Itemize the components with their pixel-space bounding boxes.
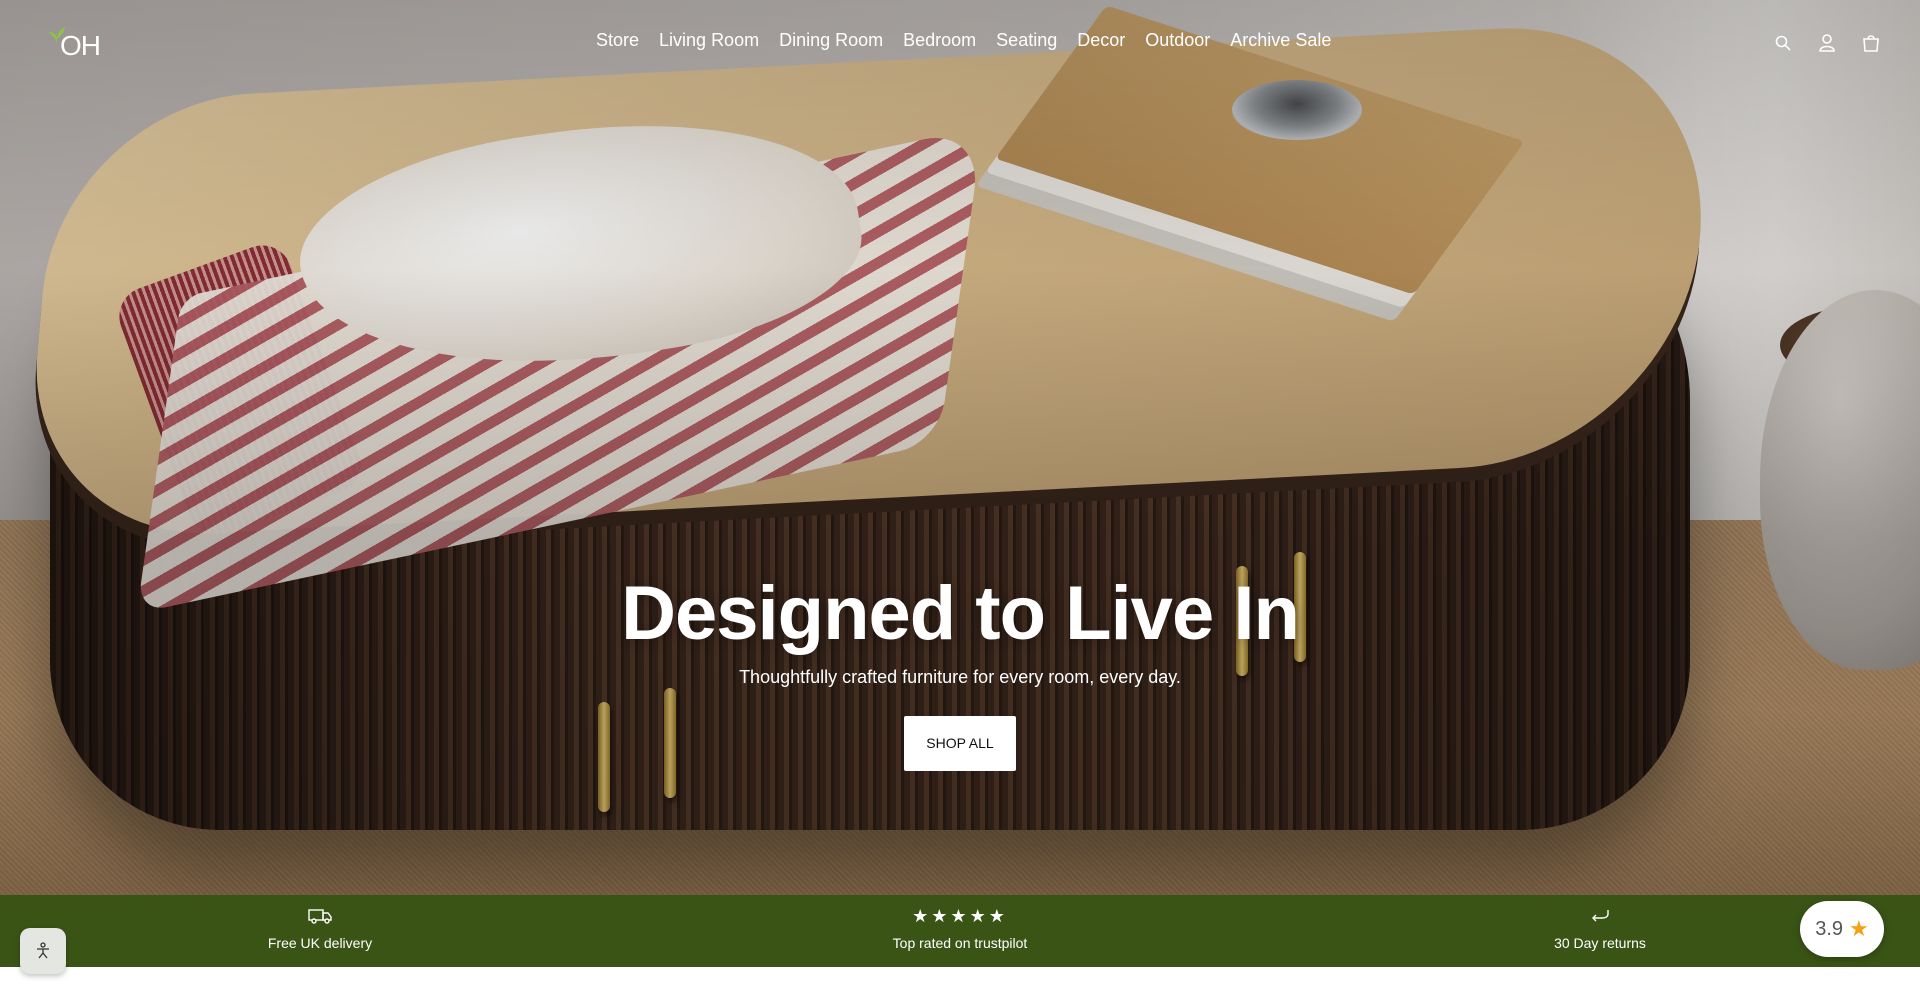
feature-trustpilot: ★★★★★ Top rated on trustpilot: [810, 895, 1110, 967]
nav-item-dining-room[interactable]: Dining Room: [769, 30, 893, 51]
nav-item-bedroom[interactable]: Bedroom: [893, 30, 986, 51]
shop-all-button[interactable]: SHOP ALL: [904, 716, 1016, 771]
rating-widget[interactable]: 3.9 ★: [1800, 901, 1884, 957]
accessibility-widget[interactable]: [20, 928, 66, 974]
site-header: OH Store Living Room Dining Room Bedroom…: [0, 0, 1920, 90]
nav-item-store[interactable]: Store: [586, 30, 649, 51]
feature-returns-label: 30 Day returns: [1554, 935, 1646, 951]
site-logo[interactable]: OH: [48, 26, 101, 62]
hero-content: Designed to Live In Thoughtfully crafted…: [0, 570, 1920, 771]
five-stars-icon: ★★★★★: [912, 905, 1008, 926]
logo-text: OH: [60, 30, 101, 61]
main-nav: Store Living Room Dining Room Bedroom Se…: [586, 30, 1341, 51]
feature-bar: Free UK delivery ★★★★★ Top rated on trus…: [0, 895, 1920, 967]
feature-delivery-label: Free UK delivery: [267, 935, 373, 951]
feature-delivery: Free UK delivery: [170, 895, 470, 967]
feature-returns: 30 Day returns: [1450, 895, 1750, 967]
leaf-icon: [49, 27, 65, 46]
hero-subtitle: Thoughtfully crafted furniture for every…: [739, 667, 1181, 687]
header-actions: [1772, 32, 1882, 54]
hero-title: Designed to Live In: [621, 571, 1300, 656]
nav-item-outdoor[interactable]: Outdoor: [1135, 30, 1220, 51]
nav-item-seating[interactable]: Seating: [986, 30, 1067, 51]
nav-item-archive-sale[interactable]: Archive Sale: [1220, 30, 1341, 51]
feature-trustpilot-label: Top rated on trustpilot: [892, 935, 1028, 951]
account-icon[interactable]: [1816, 32, 1838, 54]
search-icon[interactable]: [1772, 32, 1794, 54]
delivery-truck-icon: [170, 905, 470, 927]
star-icon: ★: [1849, 916, 1869, 941]
nav-item-decor[interactable]: Decor: [1067, 30, 1135, 51]
rating-value: 3.9: [1815, 917, 1844, 940]
cart-icon[interactable]: [1860, 32, 1882, 54]
nav-item-living-room[interactable]: Living Room: [649, 30, 769, 51]
return-arrow-icon: [1450, 905, 1750, 927]
accessibility-icon: [37, 942, 49, 959]
